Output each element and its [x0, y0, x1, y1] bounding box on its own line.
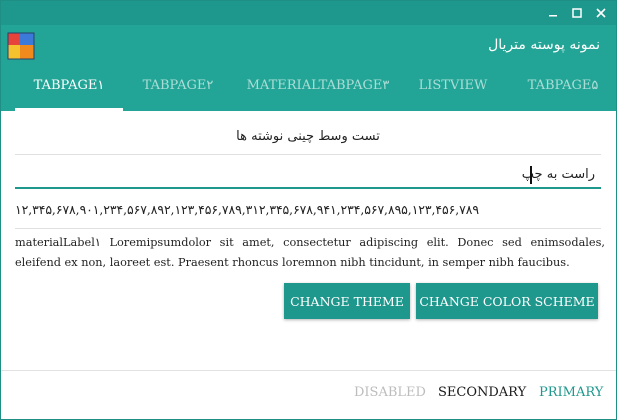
persian-number-label: ۱۲,۳۴۵,۶۷۸,۹۰۱,۲۳۴,۵۶۷,۸۹۲,۱۲۳,۴۵۶,۷۸۹,۳…: [15, 203, 479, 217]
tab-tabpage1[interactable]: TABPAGE۱: [15, 65, 123, 111]
rtl-text-input[interactable]: [15, 161, 601, 189]
text-caret: [530, 166, 532, 184]
divider: [15, 154, 601, 155]
app-title: نمونه پوسته متریال: [488, 37, 600, 53]
app-window: نمونه پوسته متریال TABPAGE۱ TABPAGE۲ MAT…: [0, 0, 617, 420]
tab-bar: TABPAGE۱ TABPAGE۲ MATERIALTABPAGE۳ LISTV…: [1, 65, 616, 111]
maximize-icon[interactable]: [568, 4, 586, 22]
tab-listview[interactable]: LISTVIEW: [413, 65, 493, 111]
window-controls: [544, 1, 610, 25]
divider: [15, 228, 601, 229]
tab-tabpage5[interactable]: TABPAGE۵: [515, 65, 611, 111]
material-label-paragraph: materialLabel۱ Loremipsumdolor sit amet,…: [15, 236, 605, 269]
close-icon[interactable]: [592, 4, 610, 22]
disabled-button: DISABLED: [354, 375, 426, 411]
primary-button[interactable]: PRIMARY: [539, 375, 603, 411]
tab-content: تست وسط چینی نوشته ها ۱۲,۳۴۵,۶۷۸,۹۰۱,۲۳۴…: [1, 111, 616, 420]
change-color-scheme-button[interactable]: CHANGE COLOR SCHEME: [416, 283, 598, 319]
footer-divider: [1, 370, 616, 371]
app-logo-icon: [7, 32, 35, 60]
tab-tabpage2[interactable]: TABPAGE۲: [133, 65, 223, 111]
change-theme-button[interactable]: CHANGE THEME: [284, 283, 410, 319]
secondary-button[interactable]: SECONDARY: [438, 375, 526, 411]
center-aligned-label: تست وسط چینی نوشته ها: [236, 129, 380, 144]
app-bar: نمونه پوسته متریال: [1, 25, 616, 65]
window-titlebar: [1, 1, 616, 25]
minimize-icon[interactable]: [544, 4, 562, 22]
tab-materialtabpage3[interactable]: MATERIALTABPAGE۳: [233, 65, 403, 111]
